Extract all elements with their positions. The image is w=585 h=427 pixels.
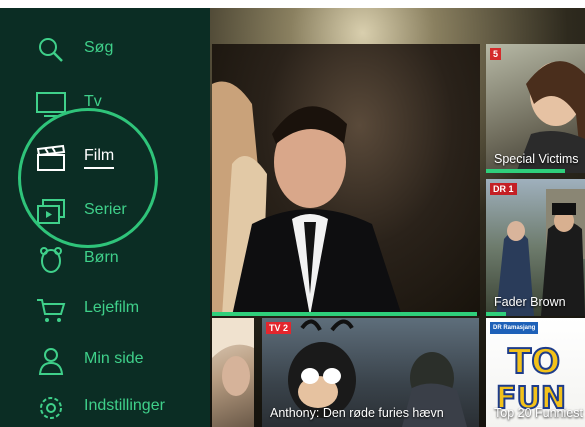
sidebar-item-label: Lejefilm bbox=[84, 299, 140, 316]
sidebar-item-settings[interactable]: Indstillinger bbox=[0, 388, 210, 427]
sidebar-item-search[interactable]: Søg bbox=[0, 30, 210, 70]
special-victims-progress bbox=[486, 169, 566, 173]
svg-text:TO: TO bbox=[508, 342, 560, 382]
sidebar-item-kids[interactable]: Børn bbox=[0, 240, 210, 280]
channel-badge-ramasjang: DR Ramasjang bbox=[490, 322, 539, 334]
fader-brown-tile[interactable]: DR 1 Fader Brown bbox=[486, 179, 585, 316]
gear-icon bbox=[40, 397, 62, 419]
partial-tile-image bbox=[212, 318, 254, 396]
sidebar-item-label: Børn bbox=[84, 249, 119, 266]
sidebar-item-label: Min side bbox=[84, 350, 144, 367]
tv-app-screen: 5 Special Victims DR 1 Fader Brown TV 2 … bbox=[0, 8, 585, 427]
top20-tile[interactable]: TO FUN DR Ramasjang Top 20 Funniest bbox=[486, 318, 585, 427]
fader-brown-caption: Fader Brown bbox=[494, 295, 566, 309]
partial-tile[interactable] bbox=[212, 318, 254, 427]
sidebar-item-profile[interactable]: Min side bbox=[0, 341, 210, 381]
channel-badge-5: 5 bbox=[490, 48, 502, 60]
featured-image bbox=[212, 81, 402, 316]
sidebar-item-label: Indstillinger bbox=[84, 397, 165, 414]
fader-brown-progress bbox=[486, 312, 506, 316]
top20-caption: Top 20 Funniest bbox=[494, 406, 583, 420]
sidebar: Søg Tv Film Serier Børn Lejefilm Min sid… bbox=[0, 8, 210, 427]
sidebar-item-rentals[interactable]: Lejefilm bbox=[0, 290, 210, 330]
special-victims-caption: Special Victims bbox=[494, 152, 579, 166]
focus-ring bbox=[18, 108, 158, 248]
featured-progress bbox=[212, 312, 478, 316]
sidebar-item-label: Søg bbox=[84, 39, 114, 56]
search-icon bbox=[39, 38, 63, 62]
anthony-caption: Anthony: Den røde furies hævn bbox=[270, 406, 444, 420]
featured-tile[interactable] bbox=[212, 44, 480, 316]
channel-badge-dr1: DR 1 bbox=[490, 183, 517, 195]
person-icon bbox=[38, 348, 64, 375]
channel-badge-tv2: TV 2 bbox=[266, 322, 292, 334]
kids-icon bbox=[40, 247, 62, 273]
anthony-tile[interactable]: TV 2 Anthony: Den røde furies hævn bbox=[262, 318, 479, 427]
special-victims-tile[interactable]: 5 Special Victims bbox=[486, 44, 585, 173]
cart-icon bbox=[37, 299, 66, 322]
